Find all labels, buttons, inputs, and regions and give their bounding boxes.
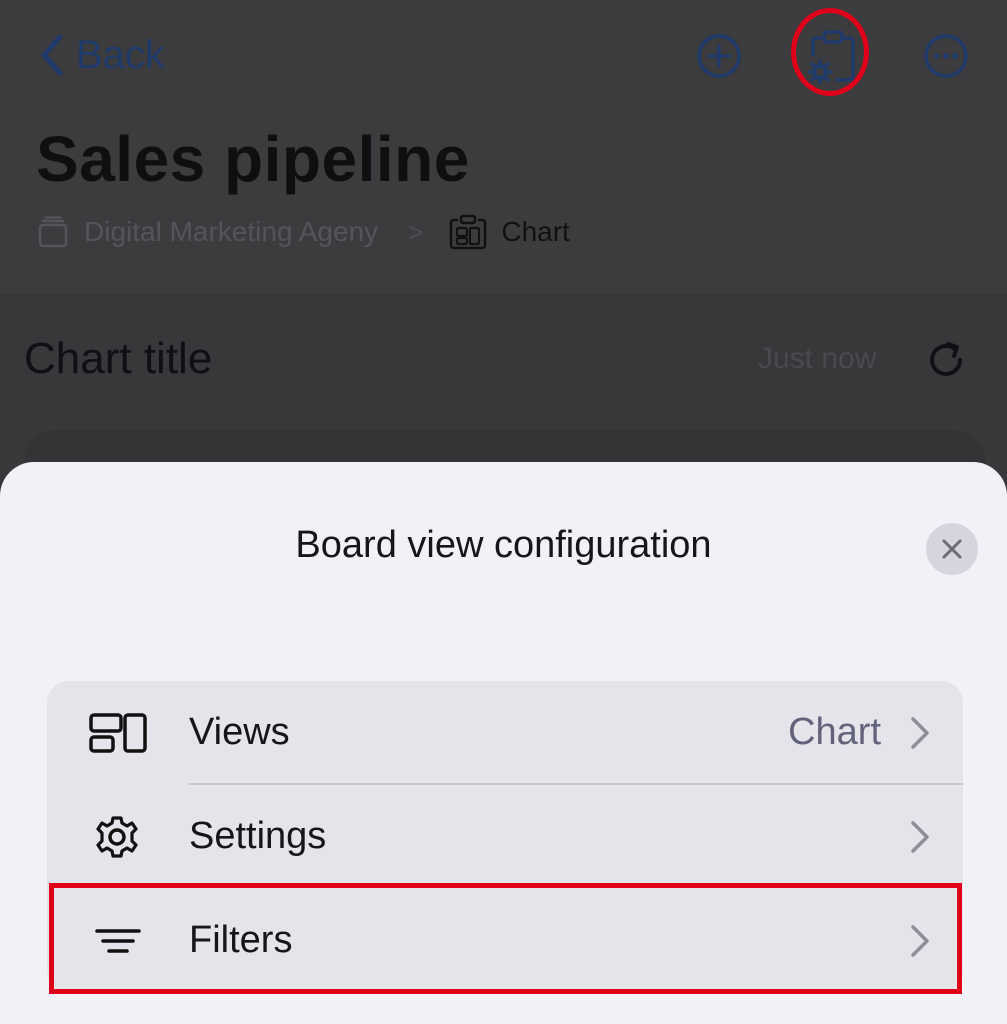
last-updated-label: Just now: [758, 342, 877, 375]
close-icon: [942, 539, 962, 559]
menu-item-value: Chart: [788, 711, 881, 753]
breadcrumb-current: Chart: [501, 216, 570, 247]
chevron-right-icon: [911, 717, 929, 749]
menu-item-settings[interactable]: Settings: [47, 785, 963, 889]
breadcrumb-separator: >: [408, 216, 424, 247]
breadcrumb: Digital Marketing Ageny > Chart: [38, 212, 570, 252]
more-options-icon[interactable]: [922, 32, 970, 80]
gear-icon: [96, 816, 138, 858]
workspace-icon: [38, 216, 68, 248]
back-button[interactable]: Back: [38, 30, 165, 80]
chevron-left-icon: [41, 34, 63, 76]
breadcrumb-workspace[interactable]: Digital Marketing Ageny: [84, 216, 378, 248]
add-circle-icon[interactable]: [695, 32, 743, 80]
close-button[interactable]: [926, 523, 978, 575]
top-navigation-bar: Back: [0, 0, 1007, 110]
highlight-box: [49, 883, 962, 994]
chart-title: Chart title: [24, 334, 213, 383]
board-view-icon: [450, 214, 487, 250]
menu-item-label: Views: [189, 711, 290, 753]
page-title: Sales pipeline: [36, 123, 470, 195]
highlight-circle: [791, 8, 869, 96]
back-label: Back: [76, 32, 165, 77]
menu-item-label: Settings: [189, 815, 327, 857]
sheet-title: Board view configuration: [295, 524, 712, 566]
chevron-right-icon: [911, 821, 929, 853]
views-icon: [89, 713, 147, 753]
menu-item-views[interactable]: Views Chart: [47, 681, 963, 785]
refresh-icon[interactable]: [924, 338, 968, 382]
